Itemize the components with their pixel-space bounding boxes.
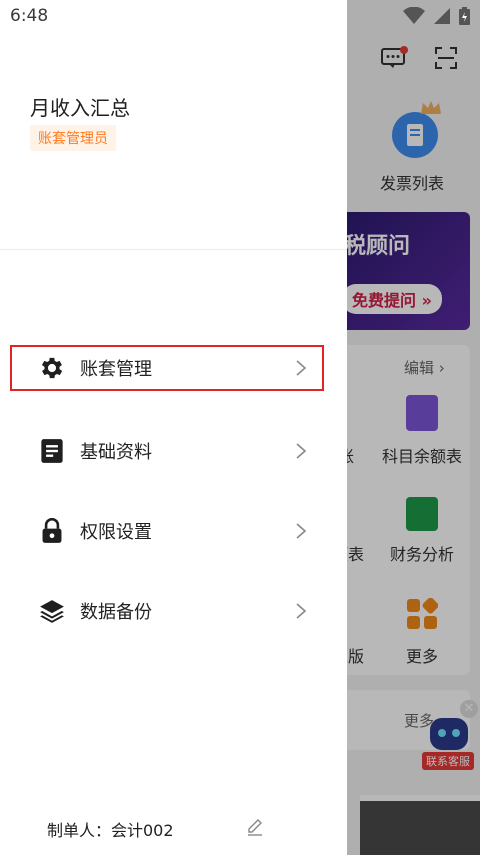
divider: [0, 249, 347, 250]
menu-item-permission-settings[interactable]: 权限设置: [12, 510, 322, 552]
subject-balance-icon[interactable]: [406, 395, 438, 431]
preparer-label: 制单人：会计002: [47, 821, 174, 840]
more-tools-label: 更多: [406, 647, 439, 666]
menu-item-ledger-management[interactable]: 账套管理: [10, 345, 324, 391]
status-bar: 6:48: [0, 0, 480, 32]
gear-icon: [38, 354, 66, 382]
menu-item-basic-data[interactable]: 基础资料: [12, 430, 322, 472]
financial-analysis-label: 财务分析: [390, 545, 455, 564]
invoice-list-label: 发票列表: [380, 174, 445, 193]
customer-service-label: 联系客服: [422, 752, 474, 770]
banner-button[interactable]: 免费提问 »: [342, 284, 442, 314]
edit-pencil-icon[interactable]: [245, 817, 265, 837]
banner-title: 税顾问: [344, 234, 411, 259]
wifi-icon: [403, 7, 425, 24]
document-icon: [38, 437, 66, 465]
subject-balance-label: 科目余额表: [382, 447, 463, 466]
navigation-drawer: 月收入汇总 账套管理员 账套管理 基础资料 权限设置 数据备份 制单人：会计00…: [0, 0, 347, 855]
chevron-right-icon: [296, 360, 307, 376]
customer-service-button[interactable]: 联系客服: [420, 712, 478, 772]
banner[interactable]: 税顾问 免费提问 »: [330, 212, 470, 330]
chevron-right-icon: [296, 443, 307, 459]
chevron-right-icon: [296, 603, 307, 619]
status-time: 6:48: [10, 6, 49, 26]
crown-icon: [420, 100, 442, 116]
menu-label: 基础资料: [80, 442, 152, 463]
lock-icon: [38, 517, 66, 545]
bottom-image: [360, 795, 480, 855]
menu-label: 权限设置: [80, 522, 152, 543]
chevron-right-icon: [296, 523, 307, 539]
menu-label: 账套管理: [80, 359, 152, 380]
message-icon[interactable]: [380, 46, 408, 70]
battery-icon: [459, 7, 470, 25]
signal-icon: [434, 8, 450, 24]
close-float-icon[interactable]: ✕: [460, 700, 478, 718]
robot-icon: [430, 718, 468, 750]
layers-icon: [38, 597, 66, 625]
role-badge: 账套管理员: [30, 125, 116, 151]
financial-analysis-icon[interactable]: [406, 497, 438, 531]
menu-item-data-backup[interactable]: 数据备份: [12, 590, 322, 632]
more-grid-icon[interactable]: [406, 597, 439, 630]
ledger-title: 月收入汇总: [30, 96, 130, 120]
scan-icon[interactable]: [434, 46, 458, 70]
status-icons: [403, 7, 470, 25]
edit-link[interactable]: 编辑 ›: [404, 357, 445, 378]
invoice-list-icon[interactable]: [392, 112, 438, 158]
menu-label: 数据备份: [80, 602, 152, 623]
